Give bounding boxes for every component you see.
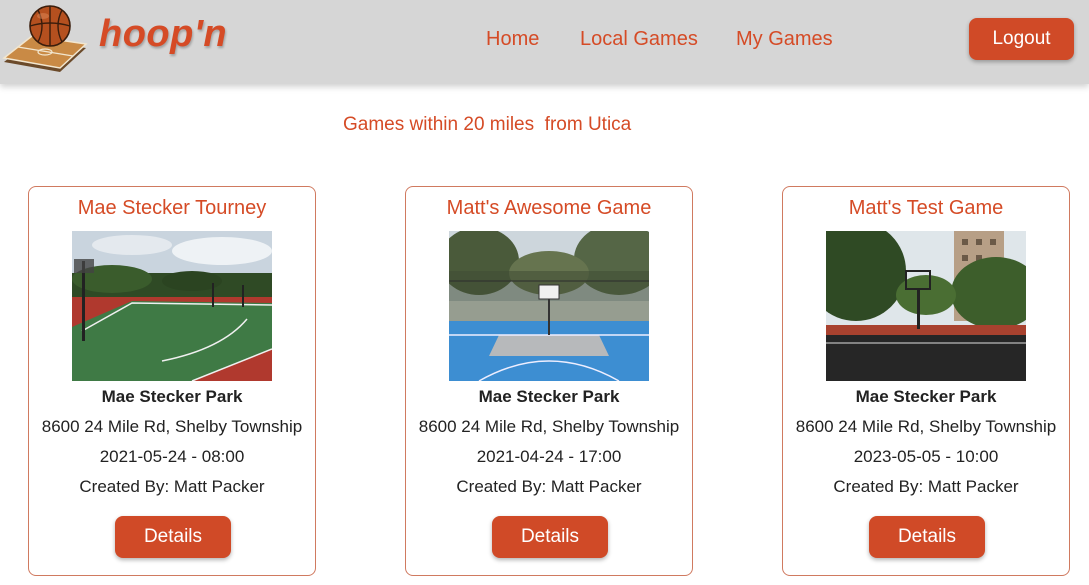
details-button[interactable]: Details [869,516,985,558]
park-address: 8600 24 Mile Rd, Shelby Township [795,417,1057,436]
game-title: Mae Stecker Tourney [77,197,267,219]
nav-home-link[interactable]: Home [486,28,539,51]
park-address: 8600 24 Mile Rd, Shelby Township [41,417,303,436]
brand-name[interactable]: hoop'n [99,13,227,56]
game-datetime: 2023-05-05 - 10:00 [853,447,999,466]
game-card: Mae Stecker Tourney Mae Stecker Park 860… [28,186,316,576]
game-datetime: 2021-04-24 - 17:00 [476,447,622,466]
navbar: hoop'n Home Local Games My Games Logout [0,0,1089,84]
park-address: 8600 24 Mile Rd, Shelby Township [418,417,680,436]
court-photo [72,231,272,381]
logout-button[interactable]: Logout [969,18,1074,60]
page-subtitle: Games within 20 miles from Utica [343,114,632,135]
court-photo [449,231,649,381]
game-title: Matt's Awesome Game [446,197,652,219]
game-creator: Created By: Matt Packer [79,477,265,496]
game-title: Matt's Test Game [848,197,1004,219]
game-card: Matt's Awesome Game Mae Stecker Park 860… [405,186,693,576]
game-datetime: 2021-05-24 - 08:00 [99,447,245,466]
details-button[interactable]: Details [492,516,608,558]
court-photo [826,231,1026,381]
basketball-court-icon[interactable] [2,4,88,74]
details-button[interactable]: Details [115,516,231,558]
game-creator: Created By: Matt Packer [833,477,1019,496]
park-name: Mae Stecker Park [101,387,243,406]
game-creator: Created By: Matt Packer [456,477,642,496]
nav-my-games-link[interactable]: My Games [736,28,833,51]
park-name: Mae Stecker Park [478,387,620,406]
nav-local-games-link[interactable]: Local Games [580,28,698,51]
park-name: Mae Stecker Park [855,387,997,406]
game-card: Matt's Test Game Mae Stecker Park 8600 2… [782,186,1070,576]
